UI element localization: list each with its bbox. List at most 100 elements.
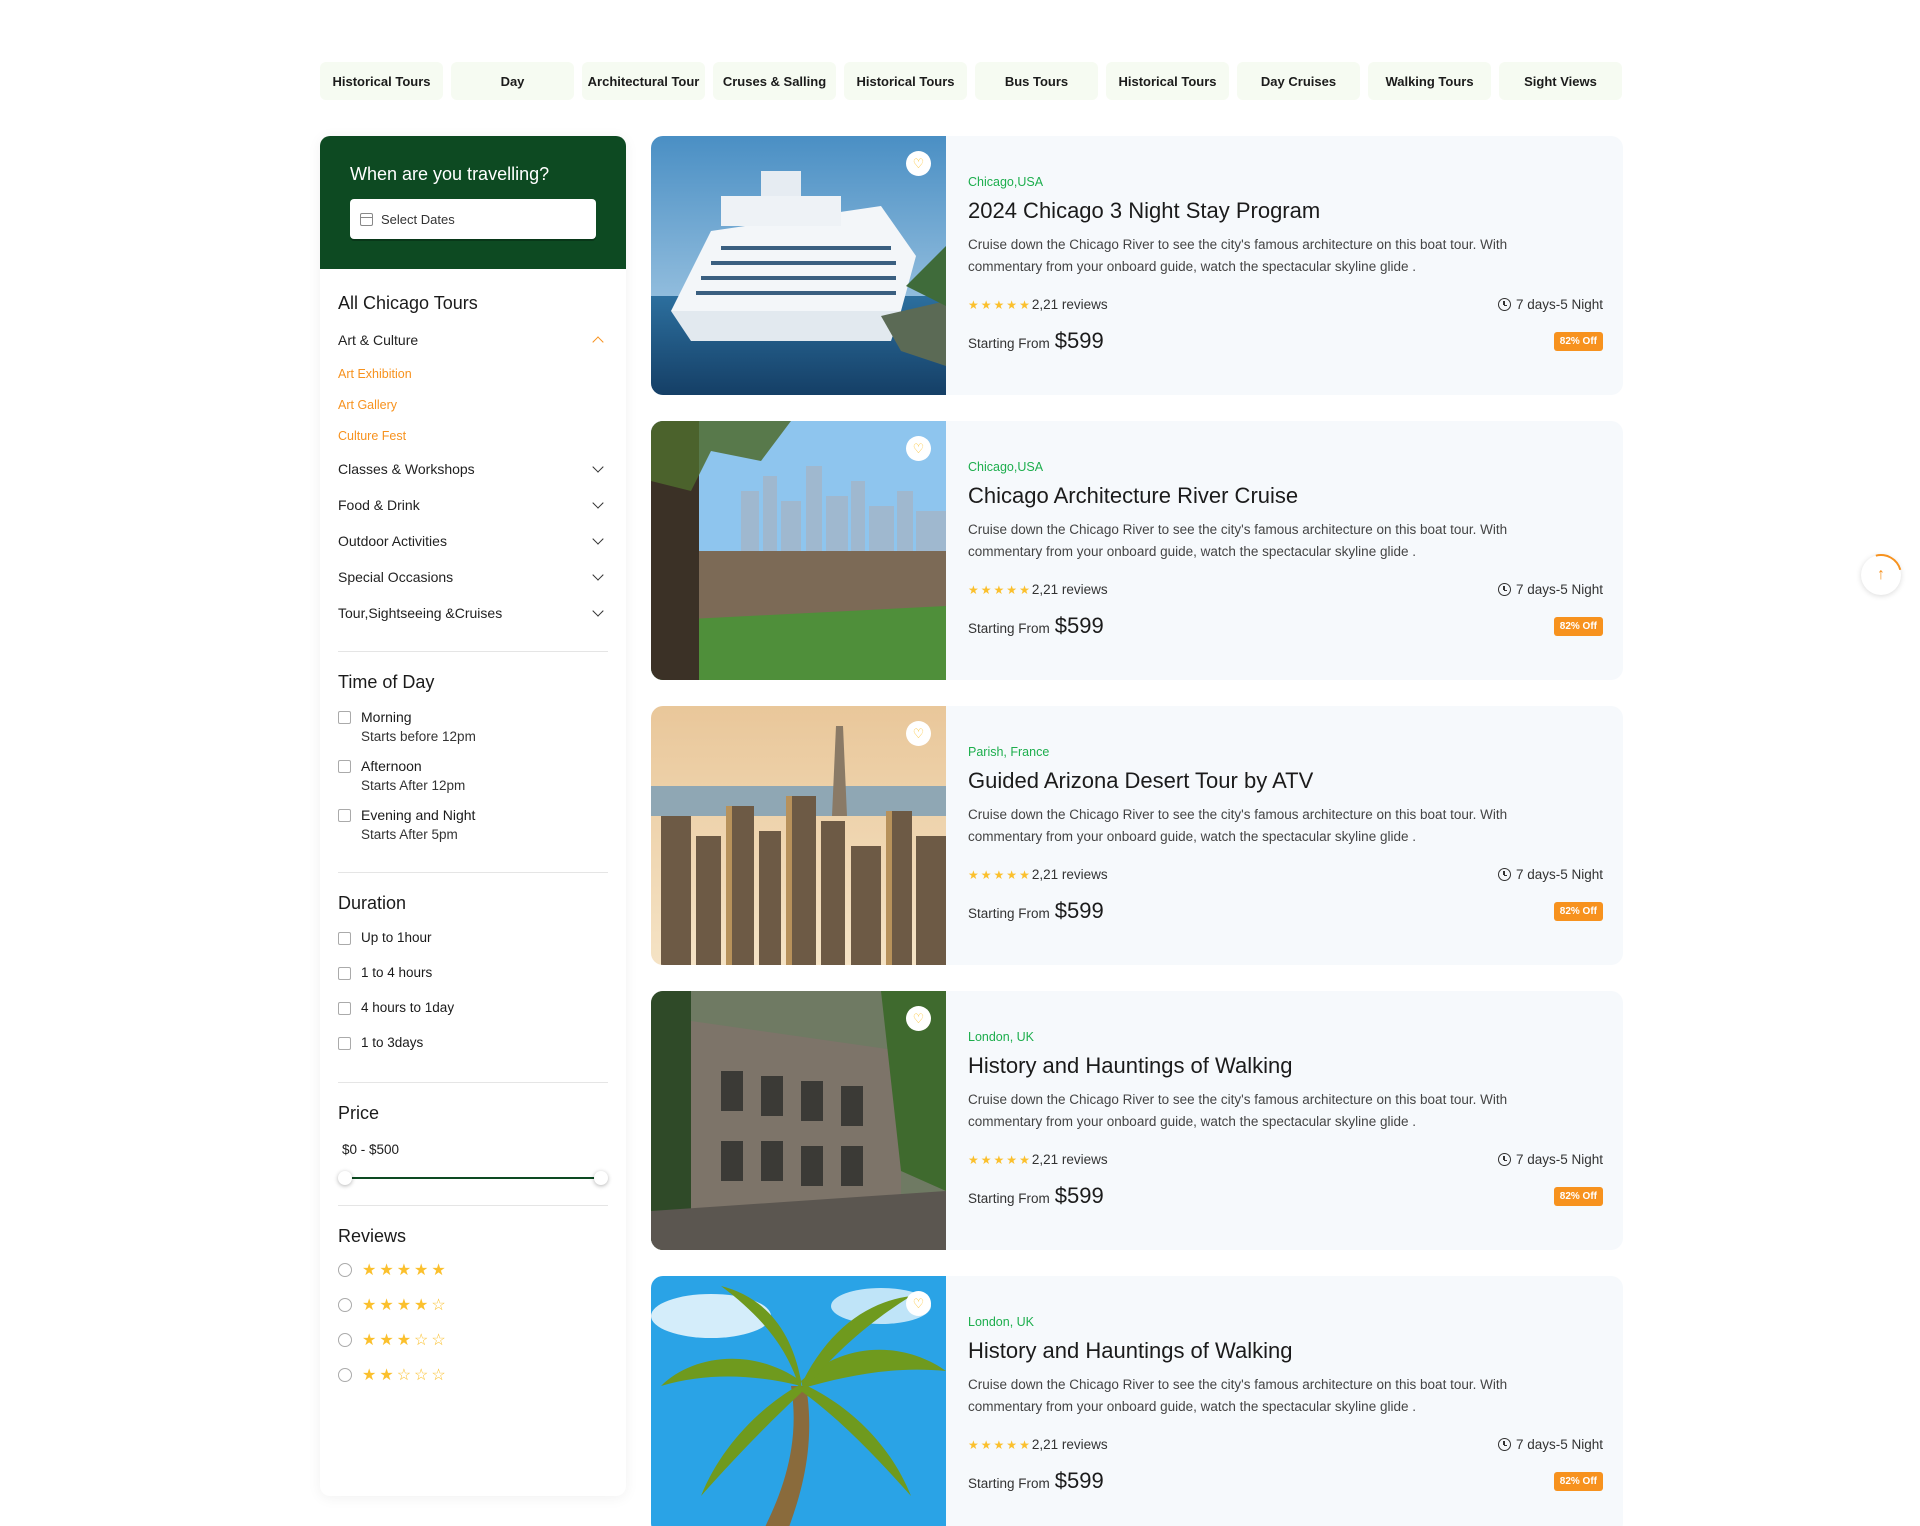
duration-option[interactable]: 1 to 4 hours: [338, 965, 608, 1000]
star-filled-icon: ★: [980, 297, 992, 312]
category-outdoor-activities[interactable]: Outdoor Activities: [338, 523, 608, 559]
page: Historical Tours Day Architectural Tour …: [0, 0, 1920, 1526]
heart-icon[interactable]: ♡: [906, 1006, 931, 1031]
checkbox[interactable]: [338, 967, 351, 980]
all-tours-title: All Chicago Tours: [338, 293, 478, 313]
tab-3[interactable]: Cruses & Salling: [713, 62, 836, 100]
tab-6[interactable]: Historical Tours: [1106, 62, 1229, 100]
category-art-culture[interactable]: Art & Culture: [338, 322, 608, 358]
subcategory-art-gallery[interactable]: Art Gallery: [338, 389, 608, 420]
radio-button[interactable]: [338, 1333, 352, 1347]
tour-card[interactable]: ♡ London, UK History and Hauntings of Wa…: [651, 991, 1623, 1250]
select-dates-field[interactable]: Select Dates: [350, 199, 596, 239]
price-label: Starting From: [968, 621, 1050, 636]
tour-duration: 7 days-5 Night: [1497, 1437, 1603, 1452]
time-option-evening[interactable]: Evening and Night Starts After 5pm: [338, 807, 608, 842]
radio-button[interactable]: [338, 1263, 352, 1277]
tour-card[interactable]: ♡ London, UK History and Hauntings of Wa…: [651, 1276, 1623, 1526]
star-empty-icon: ☆: [414, 1367, 429, 1384]
tour-location: Chicago,USA: [968, 175, 1044, 189]
tour-rating: ★ ★ ★ ★ ★ 2,21 reviews: [968, 582, 1108, 597]
heart-icon[interactable]: ♡: [906, 721, 931, 746]
option-label: Up to 1hour: [361, 930, 432, 945]
tour-image[interactable]: ♡: [651, 421, 946, 680]
tab-4[interactable]: Historical Tours: [844, 62, 967, 100]
clock-icon: [1497, 1153, 1511, 1166]
duration-option[interactable]: Up to 1hour: [338, 930, 608, 965]
heart-icon[interactable]: ♡: [906, 1291, 931, 1316]
slider-max-handle[interactable]: [594, 1171, 608, 1185]
review-option[interactable]: ★ ★ ★ ☆ ☆: [338, 1333, 608, 1368]
clock-icon: [1497, 298, 1511, 311]
tour-card[interactable]: ♡ Chicago,USA 2024 Chicago 3 Night Stay …: [651, 136, 1623, 395]
star-empty-icon: ☆: [431, 1367, 446, 1384]
tab-0[interactable]: Historical Tours: [320, 62, 443, 100]
tour-rating: ★ ★ ★ ★ ★ 2,21 reviews: [968, 297, 1108, 312]
star-filled-icon: ★: [993, 1152, 1005, 1167]
tour-description: Cruise down the Chicago River to see the…: [968, 237, 1508, 274]
review-option[interactable]: ★ ★ ☆ ☆ ☆: [338, 1368, 608, 1403]
tour-rating: ★ ★ ★ ★ ★ 2,21 reviews: [968, 867, 1108, 882]
price-range-slider[interactable]: [338, 1171, 608, 1185]
tour-description: Cruise down the Chicago River to see the…: [968, 522, 1508, 559]
tour-title[interactable]: Chicago Architecture River Cruise: [968, 483, 1298, 509]
category-food-drink[interactable]: Food & Drink: [338, 487, 608, 523]
duration-text: 7 days-5 Night: [1515, 1437, 1603, 1452]
tab-8[interactable]: Walking Tours: [1368, 62, 1491, 100]
checkbox[interactable]: [338, 932, 351, 945]
review-option[interactable]: ★ ★ ★ ★ ★: [338, 1263, 608, 1298]
time-option-morning[interactable]: Morning Starts before 12pm: [338, 709, 608, 744]
discount-badge: 82% Off: [1553, 332, 1603, 351]
category-label: Classes & Workshops: [338, 461, 475, 477]
slider-min-handle[interactable]: [338, 1171, 352, 1185]
duration-option[interactable]: 1 to 3days: [338, 1035, 608, 1070]
star-empty-icon: ☆: [396, 1367, 412, 1384]
tab-5[interactable]: Bus Tours: [975, 62, 1098, 100]
tour-card[interactable]: ♡ Chicago,USA Chicago Architecture River…: [651, 421, 1623, 680]
tour-image[interactable]: ♡: [651, 1276, 946, 1526]
tour-card-body: Parish, France Guided Arizona Desert Tou…: [968, 706, 1603, 965]
tour-image[interactable]: ♡: [651, 706, 946, 965]
category-tour-sightseeing-cruises[interactable]: Tour,Sightseeing &Cruises: [338, 595, 608, 631]
heart-icon[interactable]: ♡: [906, 436, 931, 461]
tab-2[interactable]: Architectural Tour: [582, 62, 705, 100]
tab-1[interactable]: Day: [451, 62, 574, 100]
review-count: 2,21 reviews: [1031, 1152, 1108, 1167]
tour-card-body: London, UK History and Hauntings of Walk…: [968, 1276, 1603, 1526]
checkbox[interactable]: [338, 1002, 351, 1015]
tab-9[interactable]: Sight Views: [1499, 62, 1622, 100]
chevron-down-icon: [592, 461, 604, 473]
star-filled-icon: ★: [414, 1297, 429, 1314]
tour-title[interactable]: History and Hauntings of Walking: [968, 1053, 1292, 1079]
scroll-top-button[interactable]: ↑: [1861, 555, 1901, 595]
tour-title[interactable]: 2024 Chicago 3 Night Stay Program: [968, 198, 1320, 224]
tour-description: Cruise down the Chicago River to see the…: [968, 1092, 1508, 1129]
tour-image[interactable]: ♡: [651, 991, 946, 1250]
category-special-occasions[interactable]: Special Occasions: [338, 559, 608, 595]
tour-image[interactable]: ♡: [651, 136, 946, 395]
review-option[interactable]: ★ ★ ★ ★ ☆: [338, 1298, 608, 1333]
radio-button[interactable]: [338, 1368, 352, 1382]
subcategory-art-exhibition[interactable]: Art Exhibition: [338, 358, 608, 389]
category-classes-workshops[interactable]: Classes & Workshops: [338, 451, 608, 487]
checkbox[interactable]: [338, 711, 351, 724]
category-label: Art & Culture: [338, 332, 419, 348]
time-option-afternoon[interactable]: Afternoon Starts After 12pm: [338, 758, 608, 793]
tab-7[interactable]: Day Cruises: [1237, 62, 1360, 100]
checkbox[interactable]: [338, 760, 351, 773]
star-filled-icon: ★: [1006, 297, 1018, 312]
star-filled-icon: ★: [379, 1297, 394, 1314]
checkbox[interactable]: [338, 809, 351, 822]
star-filled-icon: ★: [993, 1437, 1005, 1452]
tour-card[interactable]: ♡ Parish, France Guided Arizona Desert T…: [651, 706, 1623, 965]
tour-title[interactable]: History and Hauntings of Walking: [968, 1338, 1292, 1364]
discount-badge: 82% Off: [1553, 617, 1603, 636]
star-rating: ★ ★ ★ ★ ☆: [362, 1298, 446, 1314]
tour-title[interactable]: Guided Arizona Desert Tour by ATV: [968, 768, 1313, 794]
subcategory-culture-fest[interactable]: Culture Fest: [338, 420, 608, 451]
heart-icon[interactable]: ♡: [906, 151, 931, 176]
category-label: Tour,Sightseeing &Cruises: [338, 605, 503, 621]
checkbox[interactable]: [338, 1037, 351, 1050]
duration-option[interactable]: 4 hours to 1day: [338, 1000, 608, 1035]
radio-button[interactable]: [338, 1298, 352, 1312]
